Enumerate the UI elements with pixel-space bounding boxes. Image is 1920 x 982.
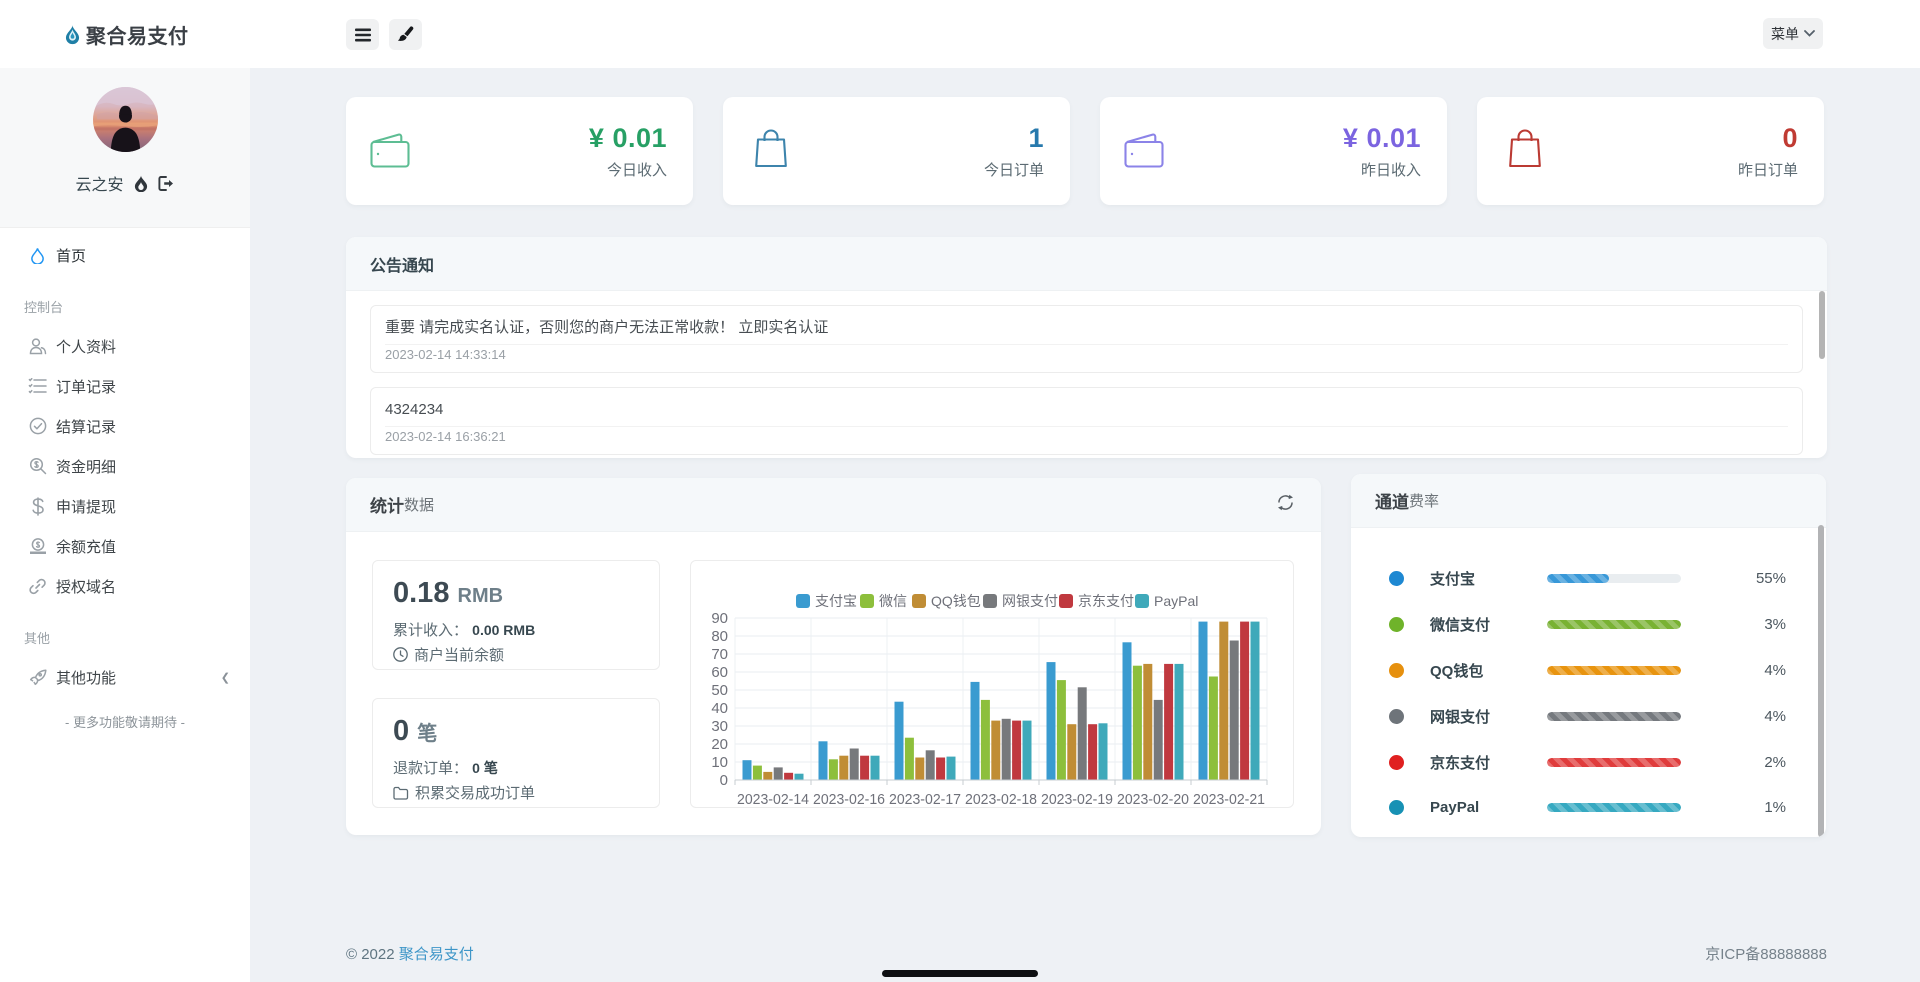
svg-text:70: 70 [711, 646, 728, 663]
svg-text:20: 20 [711, 736, 728, 753]
svg-text:2023-02-17: 2023-02-17 [889, 792, 961, 808]
svg-text:40: 40 [711, 700, 728, 717]
svg-text:支付宝: 支付宝 [815, 593, 857, 609]
svg-text:60: 60 [711, 664, 728, 681]
svg-text:90: 90 [711, 610, 728, 627]
svg-text:30: 30 [711, 718, 728, 735]
svg-text:2023-02-18: 2023-02-18 [965, 792, 1037, 808]
svg-text:2023-02-14: 2023-02-14 [737, 792, 809, 808]
svg-text:2023-02-21: 2023-02-21 [1193, 792, 1265, 808]
svg-text:80: 80 [711, 628, 728, 645]
svg-text:2023-02-16: 2023-02-16 [813, 792, 885, 808]
svg-text:2023-02-20: 2023-02-20 [1117, 792, 1189, 808]
svg-text:网银支付: 网银支付 [1002, 593, 1058, 609]
svg-text:2023-02-19: 2023-02-19 [1041, 792, 1113, 808]
svg-text:微信: 微信 [879, 593, 907, 609]
svg-text:京东支付: 京东支付 [1078, 593, 1134, 609]
svg-text:PayPal: PayPal [1154, 593, 1198, 609]
svg-text:10: 10 [711, 754, 728, 771]
svg-text:QQ钱包: QQ钱包 [931, 593, 981, 609]
svg-text:0: 0 [720, 772, 728, 789]
svg-text:50: 50 [711, 682, 728, 699]
